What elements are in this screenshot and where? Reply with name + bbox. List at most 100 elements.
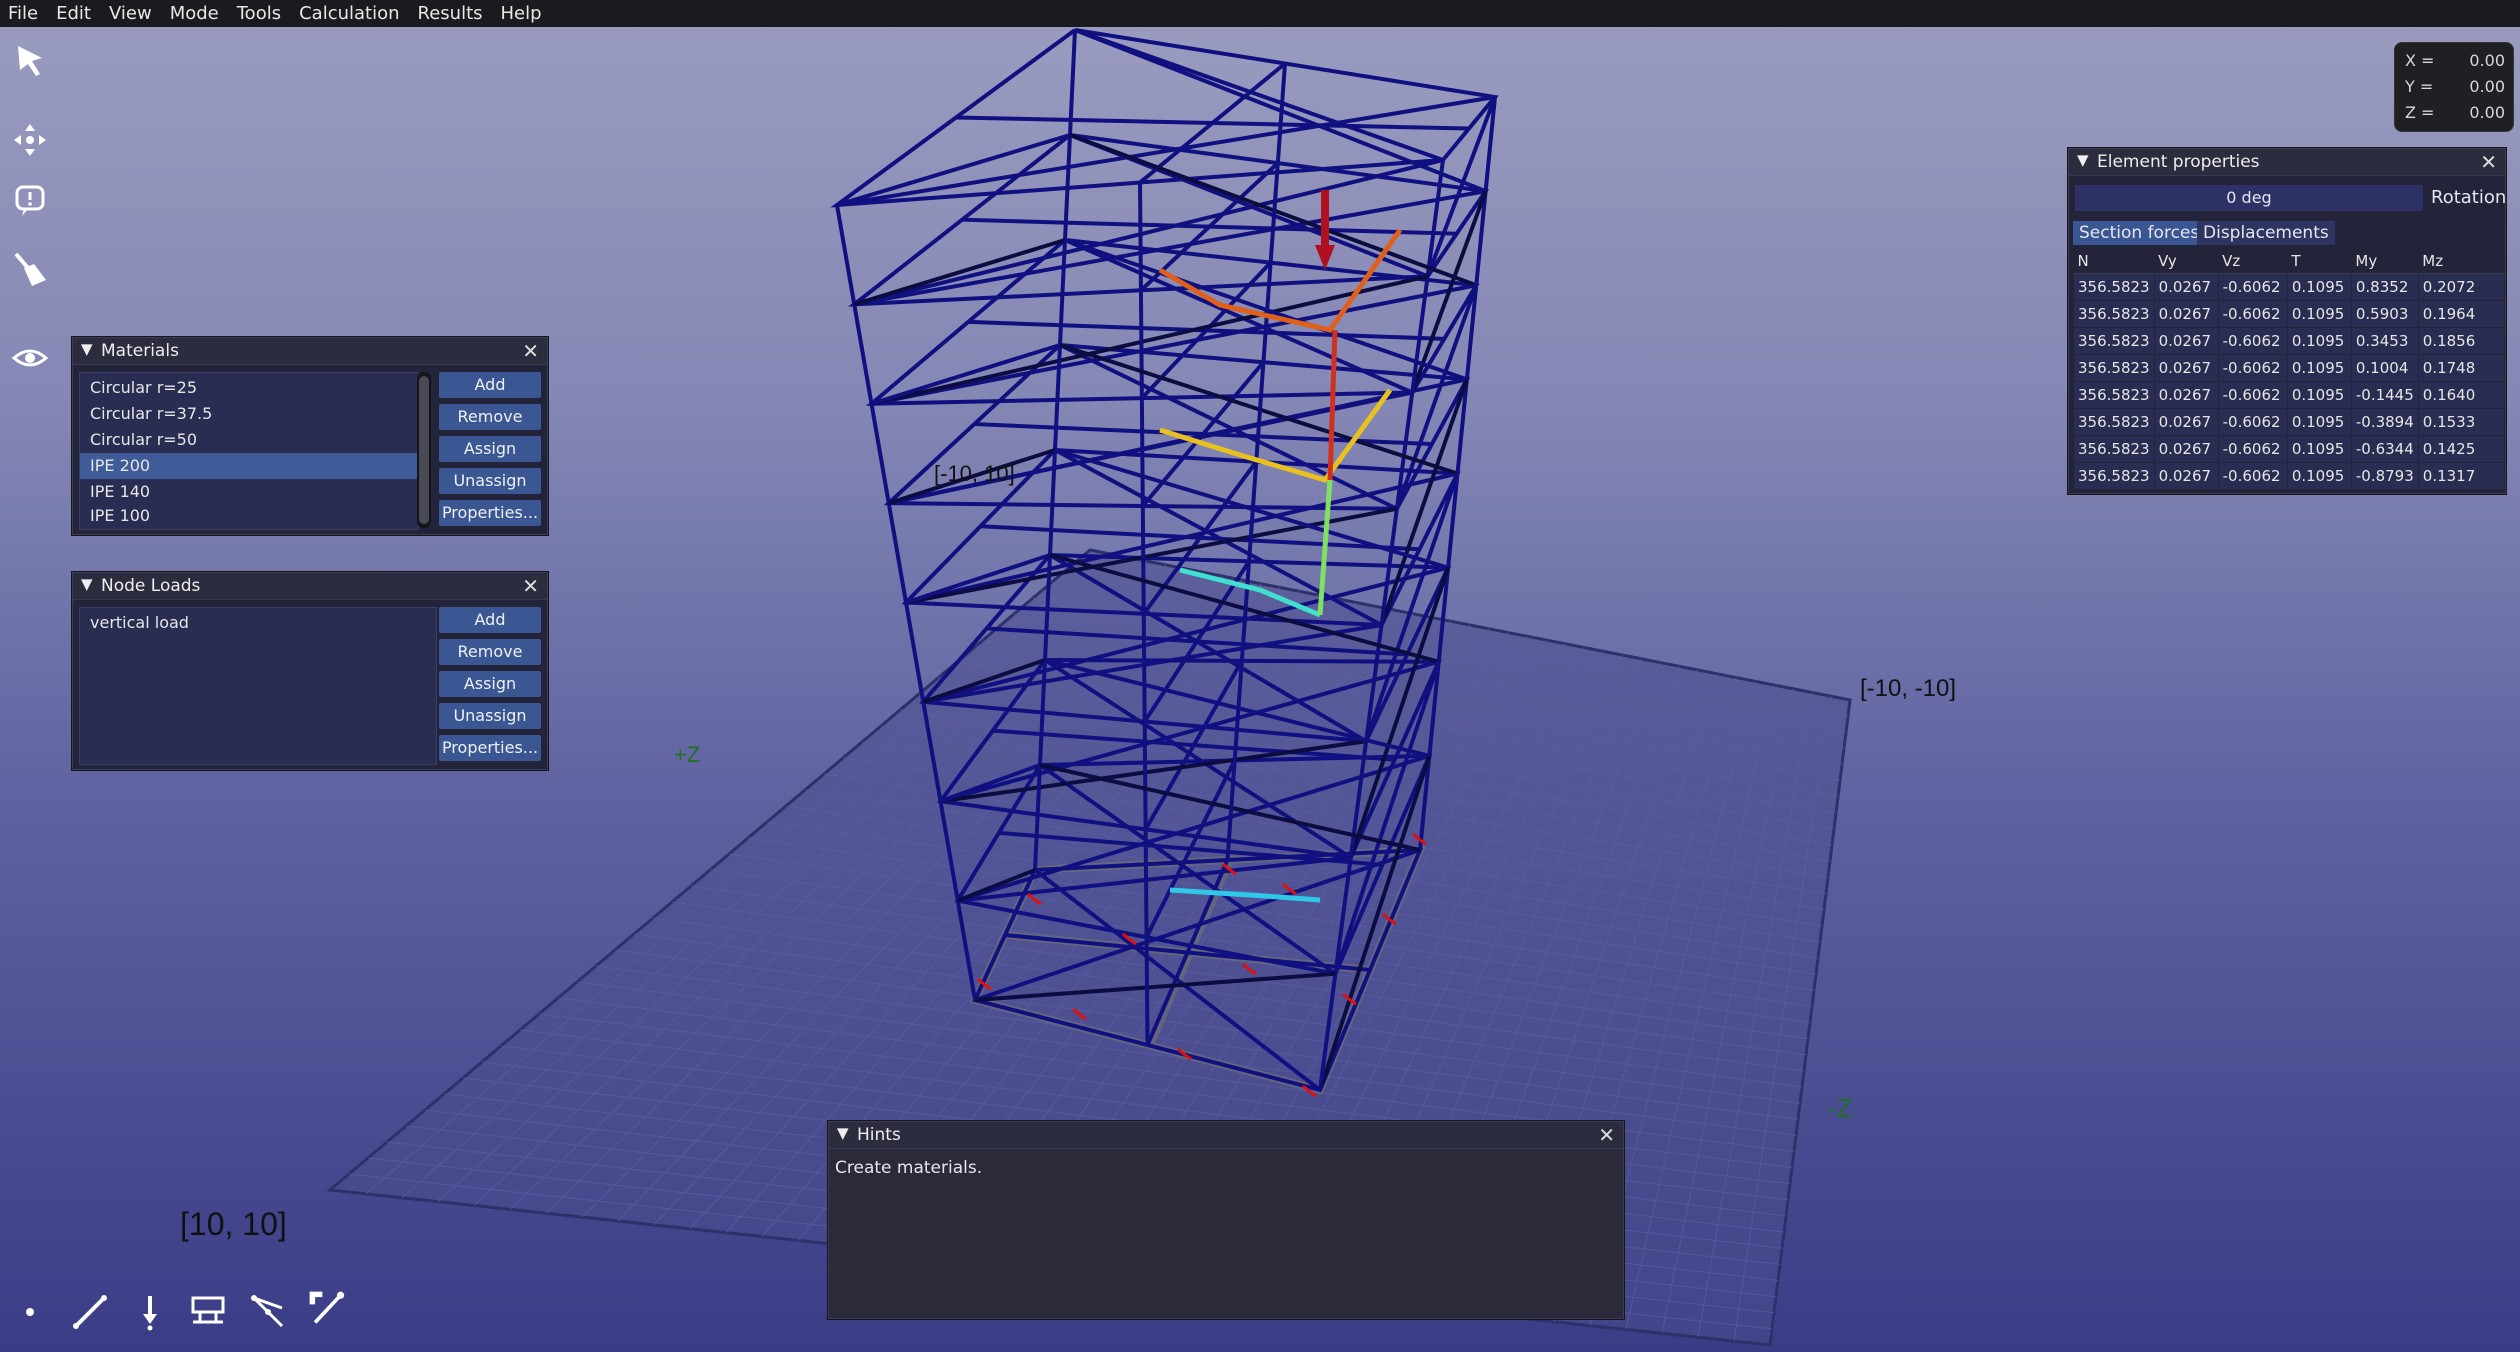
- table-cell: 0.1095: [2286, 300, 2352, 328]
- split-icon[interactable]: [248, 1292, 288, 1332]
- table-row[interactable]: 356.5823 0.0267 -0.6062 0.1095 -0.8793 0.1317: [2073, 462, 2506, 490]
- hints-title: Hints: [857, 1125, 901, 1145]
- table-cell: 0.1095: [2286, 327, 2352, 355]
- materials-add-button[interactable]: Add: [439, 372, 541, 398]
- list-item[interactable]: IPE 100: [80, 503, 418, 529]
- table-cell: 0.1095: [2286, 462, 2352, 490]
- table-cell: -0.6062: [2217, 381, 2288, 409]
- support-icon[interactable]: [188, 1292, 228, 1332]
- close-icon[interactable]: ✕: [522, 339, 539, 363]
- collapse-icon[interactable]: ▼: [81, 340, 93, 358]
- node-loads-properties-button[interactable]: Properties...: [439, 735, 541, 761]
- menu-results[interactable]: Results: [418, 3, 483, 24]
- menu-help[interactable]: Help: [501, 3, 542, 24]
- table-cell: 0.2072: [2417, 273, 2506, 301]
- list-item[interactable]: Circular r=25: [80, 375, 418, 401]
- table-cell: 0.1004: [2350, 354, 2419, 382]
- table-cell: -0.6062: [2217, 408, 2288, 436]
- table-cell: -0.6062: [2217, 462, 2288, 490]
- table-cell: -0.1445: [2350, 381, 2419, 409]
- list-item[interactable]: Circular r=37.5: [80, 401, 418, 427]
- table-row[interactable]: 356.5823 0.0267 -0.6062 0.1095 -0.3894 0.1533: [2073, 408, 2506, 436]
- materials-unassign-button[interactable]: Unassign: [439, 468, 541, 494]
- rotation-slider[interactable]: 0 deg: [2075, 185, 2423, 211]
- menu-calculation[interactable]: Calculation: [299, 3, 399, 24]
- node-loads-add-button[interactable]: Add: [439, 607, 541, 633]
- view-eye-icon[interactable]: [10, 338, 50, 378]
- table-cell: 0.0267: [2153, 273, 2219, 301]
- node-icon[interactable]: [10, 1292, 50, 1332]
- list-item[interactable]: Circular r=50: [80, 427, 418, 453]
- info-icon[interactable]: [10, 180, 50, 220]
- x-value: 0.00: [2469, 51, 2505, 70]
- table-row[interactable]: 356.5823 0.0267 -0.6062 0.1095 0.1004 0.1748: [2073, 354, 2506, 382]
- list-item-selected[interactable]: IPE 200: [80, 453, 418, 479]
- materials-scrollbar[interactable]: [417, 372, 431, 528]
- table-row[interactable]: 356.5823 0.0267 -0.6062 0.1095 0.3453 0.1856: [2073, 327, 2506, 355]
- load-icon[interactable]: [130, 1292, 170, 1332]
- materials-assign-button[interactable]: Assign: [439, 436, 541, 462]
- table-cell: 0.1748: [2417, 354, 2506, 382]
- table-row[interactable]: 356.5823 0.0267 -0.6062 0.1095 0.8352 0.2072: [2073, 273, 2506, 301]
- scrollbar-thumb[interactable]: [419, 376, 429, 524]
- node-loads-list[interactable]: vertical load: [79, 607, 437, 765]
- table-cell: 356.5823: [2073, 273, 2155, 301]
- corner-label-a: [-10, 10]: [934, 461, 1015, 486]
- node-loads-unassign-button[interactable]: Unassign: [439, 703, 541, 729]
- node-loads-panel: ▼ Node Loads ✕ vertical load Add Remove …: [72, 572, 548, 770]
- materials-remove-button[interactable]: Remove: [439, 404, 541, 430]
- collapse-icon[interactable]: ▼: [2077, 151, 2089, 169]
- materials-properties-button[interactable]: Properties...: [439, 500, 541, 526]
- table-cell: 0.1095: [2286, 381, 2352, 409]
- hints-title-bar[interactable]: ▼ Hints ✕: [829, 1122, 1623, 1149]
- tab-displacements[interactable]: Displacements: [2197, 221, 2335, 245]
- hints-panel: ▼ Hints ✕ Create materials.: [828, 1121, 1624, 1319]
- table-cell: 356.5823: [2073, 300, 2155, 328]
- collapse-icon[interactable]: ▼: [81, 575, 93, 593]
- node-loads-title-bar[interactable]: ▼ Node Loads ✕: [73, 573, 547, 600]
- coordinates-readout: X = 0.00 Y = 0.00 Z = 0.00: [2394, 42, 2514, 132]
- table-cell: 0.0267: [2153, 300, 2219, 328]
- collapse-icon[interactable]: ▼: [837, 1124, 849, 1142]
- table-cell: 0.1095: [2286, 408, 2352, 436]
- menu-tools[interactable]: Tools: [237, 3, 281, 24]
- menu-edit[interactable]: Edit: [56, 3, 91, 24]
- node-loads-remove-button[interactable]: Remove: [439, 639, 541, 665]
- table-row[interactable]: 356.5823 0.0267 -0.6062 0.1095 -0.6344 0.1425: [2073, 435, 2506, 463]
- column-header: T: [2287, 249, 2352, 274]
- table-cell: -0.6062: [2217, 435, 2288, 463]
- table-cell: 0.0267: [2153, 408, 2219, 436]
- menu-mode[interactable]: Mode: [170, 3, 219, 24]
- element-properties-title-bar[interactable]: ▼ Element properties ✕: [2069, 149, 2505, 176]
- table-cell: 356.5823: [2073, 381, 2155, 409]
- table-row[interactable]: 356.5823 0.0267 -0.6062 0.1095 0.5903 0.1964: [2073, 300, 2506, 328]
- menu-file[interactable]: File: [8, 3, 38, 24]
- select-arrow-icon[interactable]: [10, 40, 50, 80]
- list-item[interactable]: vertical load: [80, 610, 436, 636]
- close-icon[interactable]: ✕: [2480, 150, 2497, 174]
- table-cell: 0.1964: [2417, 300, 2506, 328]
- tab-section-forces[interactable]: Section forces: [2073, 221, 2206, 245]
- table-cell: 0.1425: [2417, 435, 2506, 463]
- clean-brush-icon[interactable]: [10, 250, 50, 290]
- edit-element-icon[interactable]: [306, 1288, 346, 1328]
- table-cell: 356.5823: [2073, 327, 2155, 355]
- materials-list[interactable]: Circular r=25 Circular r=37.5 Circular r…: [79, 372, 419, 530]
- line-element-icon[interactable]: [70, 1292, 110, 1332]
- list-item[interactable]: IPE 140: [80, 479, 418, 505]
- move-icon[interactable]: [10, 120, 50, 160]
- table-cell: -0.3894: [2350, 408, 2419, 436]
- table-cell: 356.5823: [2073, 435, 2155, 463]
- menu-view[interactable]: View: [109, 3, 152, 24]
- table-cell: 0.5903: [2350, 300, 2419, 328]
- materials-title-bar[interactable]: ▼ Materials ✕: [73, 338, 547, 365]
- close-icon[interactable]: ✕: [522, 574, 539, 598]
- table-cell: 0.1533: [2417, 408, 2506, 436]
- table-cell: 0.1095: [2286, 354, 2352, 382]
- node-loads-assign-button[interactable]: Assign: [439, 671, 541, 697]
- element-properties-title: Element properties: [2097, 152, 2260, 172]
- table-row[interactable]: 356.5823 0.0267 -0.6062 0.1095 -0.1445 0.1640: [2073, 381, 2506, 409]
- close-icon[interactable]: ✕: [1598, 1123, 1615, 1147]
- table-cell: -0.6344: [2350, 435, 2419, 463]
- table-cell: 0.1317: [2417, 462, 2506, 490]
